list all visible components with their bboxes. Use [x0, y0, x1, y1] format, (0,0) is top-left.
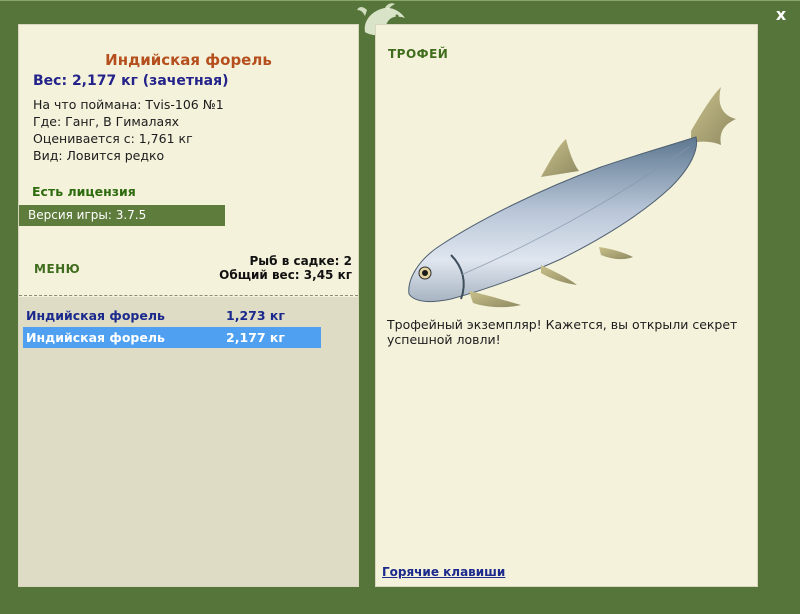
- window-bottom-strip: [0, 600, 800, 614]
- cage-count: Рыб в садке: 2: [249, 254, 353, 268]
- trophy-panel: Трофей: [375, 24, 758, 587]
- list-item-name: Индийская форель: [26, 308, 165, 323]
- close-icon: x: [775, 5, 787, 24]
- hotkeys-link[interactable]: Горячие клавиши: [382, 565, 505, 579]
- list-item-weight: 1,273 кг: [226, 308, 285, 323]
- info-location: Где: Ганг, В Гималаях: [33, 114, 180, 129]
- cage-total-weight: Общий вес: 3,45 кг: [219, 268, 352, 282]
- catch-list: Индийская форель 1,273 кг Индийская форе…: [19, 297, 358, 586]
- trophy-description: Трофейный экземпляр! Кажется, вы открыли…: [387, 317, 738, 347]
- list-item-name: Индийская форель: [26, 330, 165, 345]
- list-item[interactable]: Индийская форель 1,273 кг: [23, 305, 321, 326]
- info-bait: На что поймана: Tvis-106 №1: [33, 97, 224, 112]
- license-status: Есть лицензия: [32, 184, 136, 199]
- divider: [19, 295, 358, 296]
- close-button[interactable]: x: [772, 6, 790, 24]
- info-min-weight: Оценивается с: 1,761 кг: [33, 131, 193, 146]
- fish-info-panel: Индийская форель Вес: 2,177 кг (зачетная…: [18, 24, 359, 587]
- fish-title: Индийская форель: [105, 51, 272, 69]
- list-item-weight: 2,177 кг: [226, 330, 285, 345]
- cage-stats: Рыб в садке: 2 Общий вес: 3,45 кг: [219, 254, 352, 282]
- fish-weight: Вес: 2,177 кг (зачетная): [33, 73, 229, 89]
- version-bar: Версия игры: 3.7.5: [19, 205, 225, 226]
- fish-info-list: На что поймана: Tvis-106 №1 Где: Ганг, В…: [33, 96, 224, 164]
- list-item-selected[interactable]: Индийская форель 2,177 кг: [23, 327, 321, 348]
- fish-image: [408, 87, 736, 308]
- info-rarity: Вид: Ловится редко: [33, 148, 165, 163]
- menu-button[interactable]: Меню: [34, 262, 80, 276]
